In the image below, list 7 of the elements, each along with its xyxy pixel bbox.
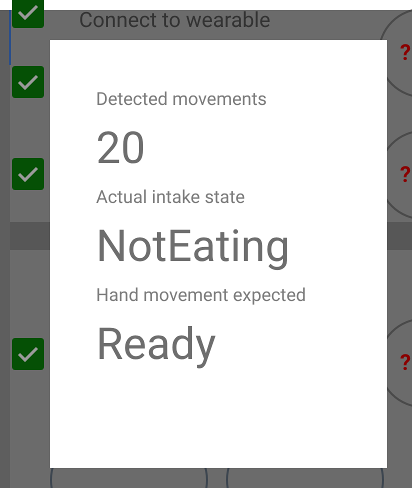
field-label: Hand movement expected — [96, 284, 308, 308]
field-value: Ready — [96, 317, 218, 372]
field-value: 20 — [96, 121, 146, 176]
field-value: NotEating — [96, 219, 291, 274]
field-label: Actual intake state — [96, 186, 246, 210]
field-label: Detected movements — [96, 88, 268, 112]
step-label: Connect to wearable — [79, 10, 270, 32]
